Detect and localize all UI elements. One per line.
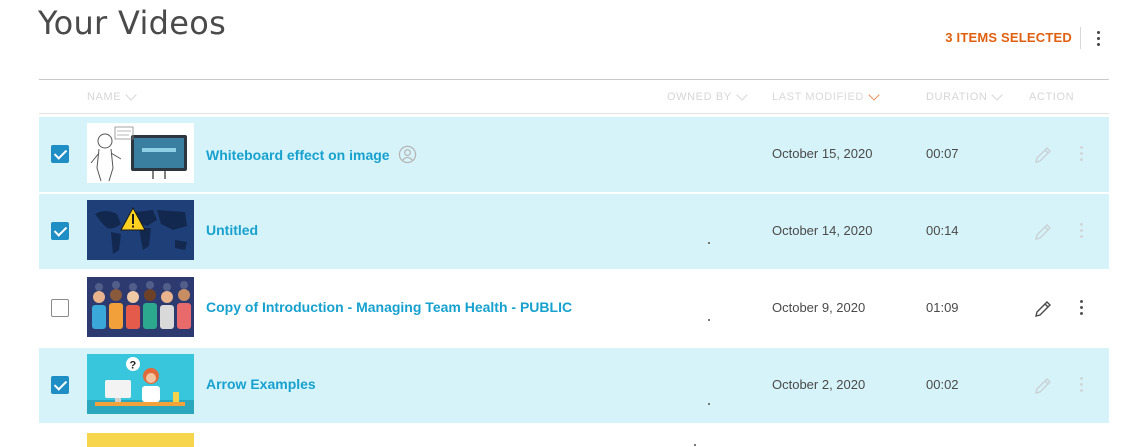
row-checkbox[interactable] (51, 299, 69, 317)
column-header-label: DURATION (926, 91, 988, 103)
last-modified-value: October 2, 2020 (772, 377, 866, 392)
column-header-label: OWNED BY (667, 91, 732, 103)
column-header-label: ACTION (1029, 91, 1075, 103)
more-dot (1080, 146, 1083, 149)
row-checkbox[interactable] (51, 376, 69, 394)
edit-pencil-icon[interactable] (1033, 376, 1053, 396)
column-header-owned-by[interactable]: OWNED BY (667, 89, 748, 103)
more-dot (1080, 389, 1083, 392)
selection-count: 3 ITEMS SELECTED (945, 30, 1072, 45)
more-dot (1080, 235, 1083, 238)
video-thumbnail[interactable] (87, 123, 194, 183)
table-top-border (39, 79, 1109, 80)
row-more-button[interactable] (1075, 297, 1089, 319)
more-dot (1080, 223, 1083, 226)
row-checkbox[interactable] (51, 145, 69, 163)
more-dot (1080, 306, 1083, 309)
more-dot (1080, 383, 1083, 386)
video-title: Copy of Introduction - Managing Team Hea… (206, 299, 573, 315)
chevron-down-icon (125, 89, 137, 101)
chevron-down-icon (736, 89, 748, 101)
owned-by-marker (708, 319, 710, 321)
owned-by-marker (694, 444, 696, 446)
row-checkbox[interactable] (51, 222, 69, 240)
video-thumbnail[interactable] (87, 277, 194, 337)
more-dot (1080, 312, 1083, 315)
team-people-thumbnail-image (87, 277, 194, 337)
column-header-label: NAME (87, 91, 122, 103)
video-title-link[interactable]: Copy of Introduction - Managing Team Hea… (206, 299, 572, 315)
duration-value: 00:07 (926, 146, 959, 161)
duration-value: 00:02 (926, 377, 959, 392)
edit-pencil-icon[interactable] (1033, 145, 1053, 165)
duration-value: 01:09 (926, 300, 959, 315)
video-thumbnail[interactable] (87, 200, 194, 260)
whiteboard-thumbnail-image (87, 123, 194, 183)
last-modified-value: October 9, 2020 (772, 300, 866, 315)
row-more-button[interactable] (1075, 143, 1089, 165)
video-title-link[interactable]: Untitled (206, 222, 258, 238)
more-dot (1080, 377, 1083, 380)
last-modified-value: October 15, 2020 (772, 146, 873, 161)
edit-pencil-icon[interactable] (1033, 222, 1053, 242)
arrow-examples-thumbnail-image: ? (87, 354, 194, 414)
owned-by-marker (708, 403, 710, 405)
column-header-last-modified[interactable]: LAST MODIFIED (772, 89, 880, 103)
column-header-label: LAST MODIFIED (772, 91, 864, 103)
divider (1080, 27, 1081, 49)
shared-user-icon (398, 145, 416, 164)
chevron-down-icon (868, 89, 880, 101)
column-header-duration[interactable]: DURATION (926, 89, 1004, 103)
table-row[interactable]: Whiteboard effect on image October 15, 2… (39, 117, 1109, 192)
video-title: Untitled (206, 222, 259, 238)
column-header-name[interactable]: NAME (87, 89, 137, 103)
video-title-link[interactable]: Arrow Examples (206, 376, 316, 392)
video-thumbnail[interactable] (87, 433, 194, 447)
owned-by-marker (708, 242, 710, 244)
chevron-down-icon (991, 89, 1004, 101)
table-row[interactable]: Copy of Introduction - Managing Team Hea… (39, 271, 1109, 346)
page-title: Your Videos (38, 4, 227, 42)
more-dot (1080, 300, 1083, 303)
duration-value: 00:14 (926, 223, 959, 238)
row-more-button[interactable] (1075, 220, 1089, 242)
more-options-button[interactable] (1089, 26, 1109, 50)
world-map-warning-thumbnail-image (87, 200, 194, 260)
last-modified-value: October 14, 2020 (772, 223, 873, 238)
table-row[interactable]: ? Arrow Examples October 2, 2020 00:02 (39, 348, 1109, 423)
column-header-action: ACTION (1029, 91, 1074, 103)
table-row[interactable]: Untitled October 14, 2020 00:14 (39, 194, 1109, 269)
header-divider (39, 113, 1109, 114)
video-title-link[interactable]: Whiteboard effect on image (206, 145, 417, 164)
more-dot (1097, 37, 1100, 40)
svg-text:?: ? (130, 360, 137, 372)
more-dot (1080, 158, 1083, 161)
video-thumbnail[interactable]: ? (87, 354, 194, 414)
more-dot (1080, 152, 1083, 155)
row-more-button[interactable] (1075, 374, 1089, 396)
video-title: Whiteboard effect on image (206, 146, 390, 163)
video-title: Arrow Examples (206, 376, 316, 392)
more-dot (1097, 31, 1100, 34)
more-dot (1080, 229, 1083, 232)
table-row[interactable] (39, 425, 1109, 447)
more-dot (1097, 43, 1100, 46)
edit-pencil-icon[interactable] (1033, 299, 1053, 319)
